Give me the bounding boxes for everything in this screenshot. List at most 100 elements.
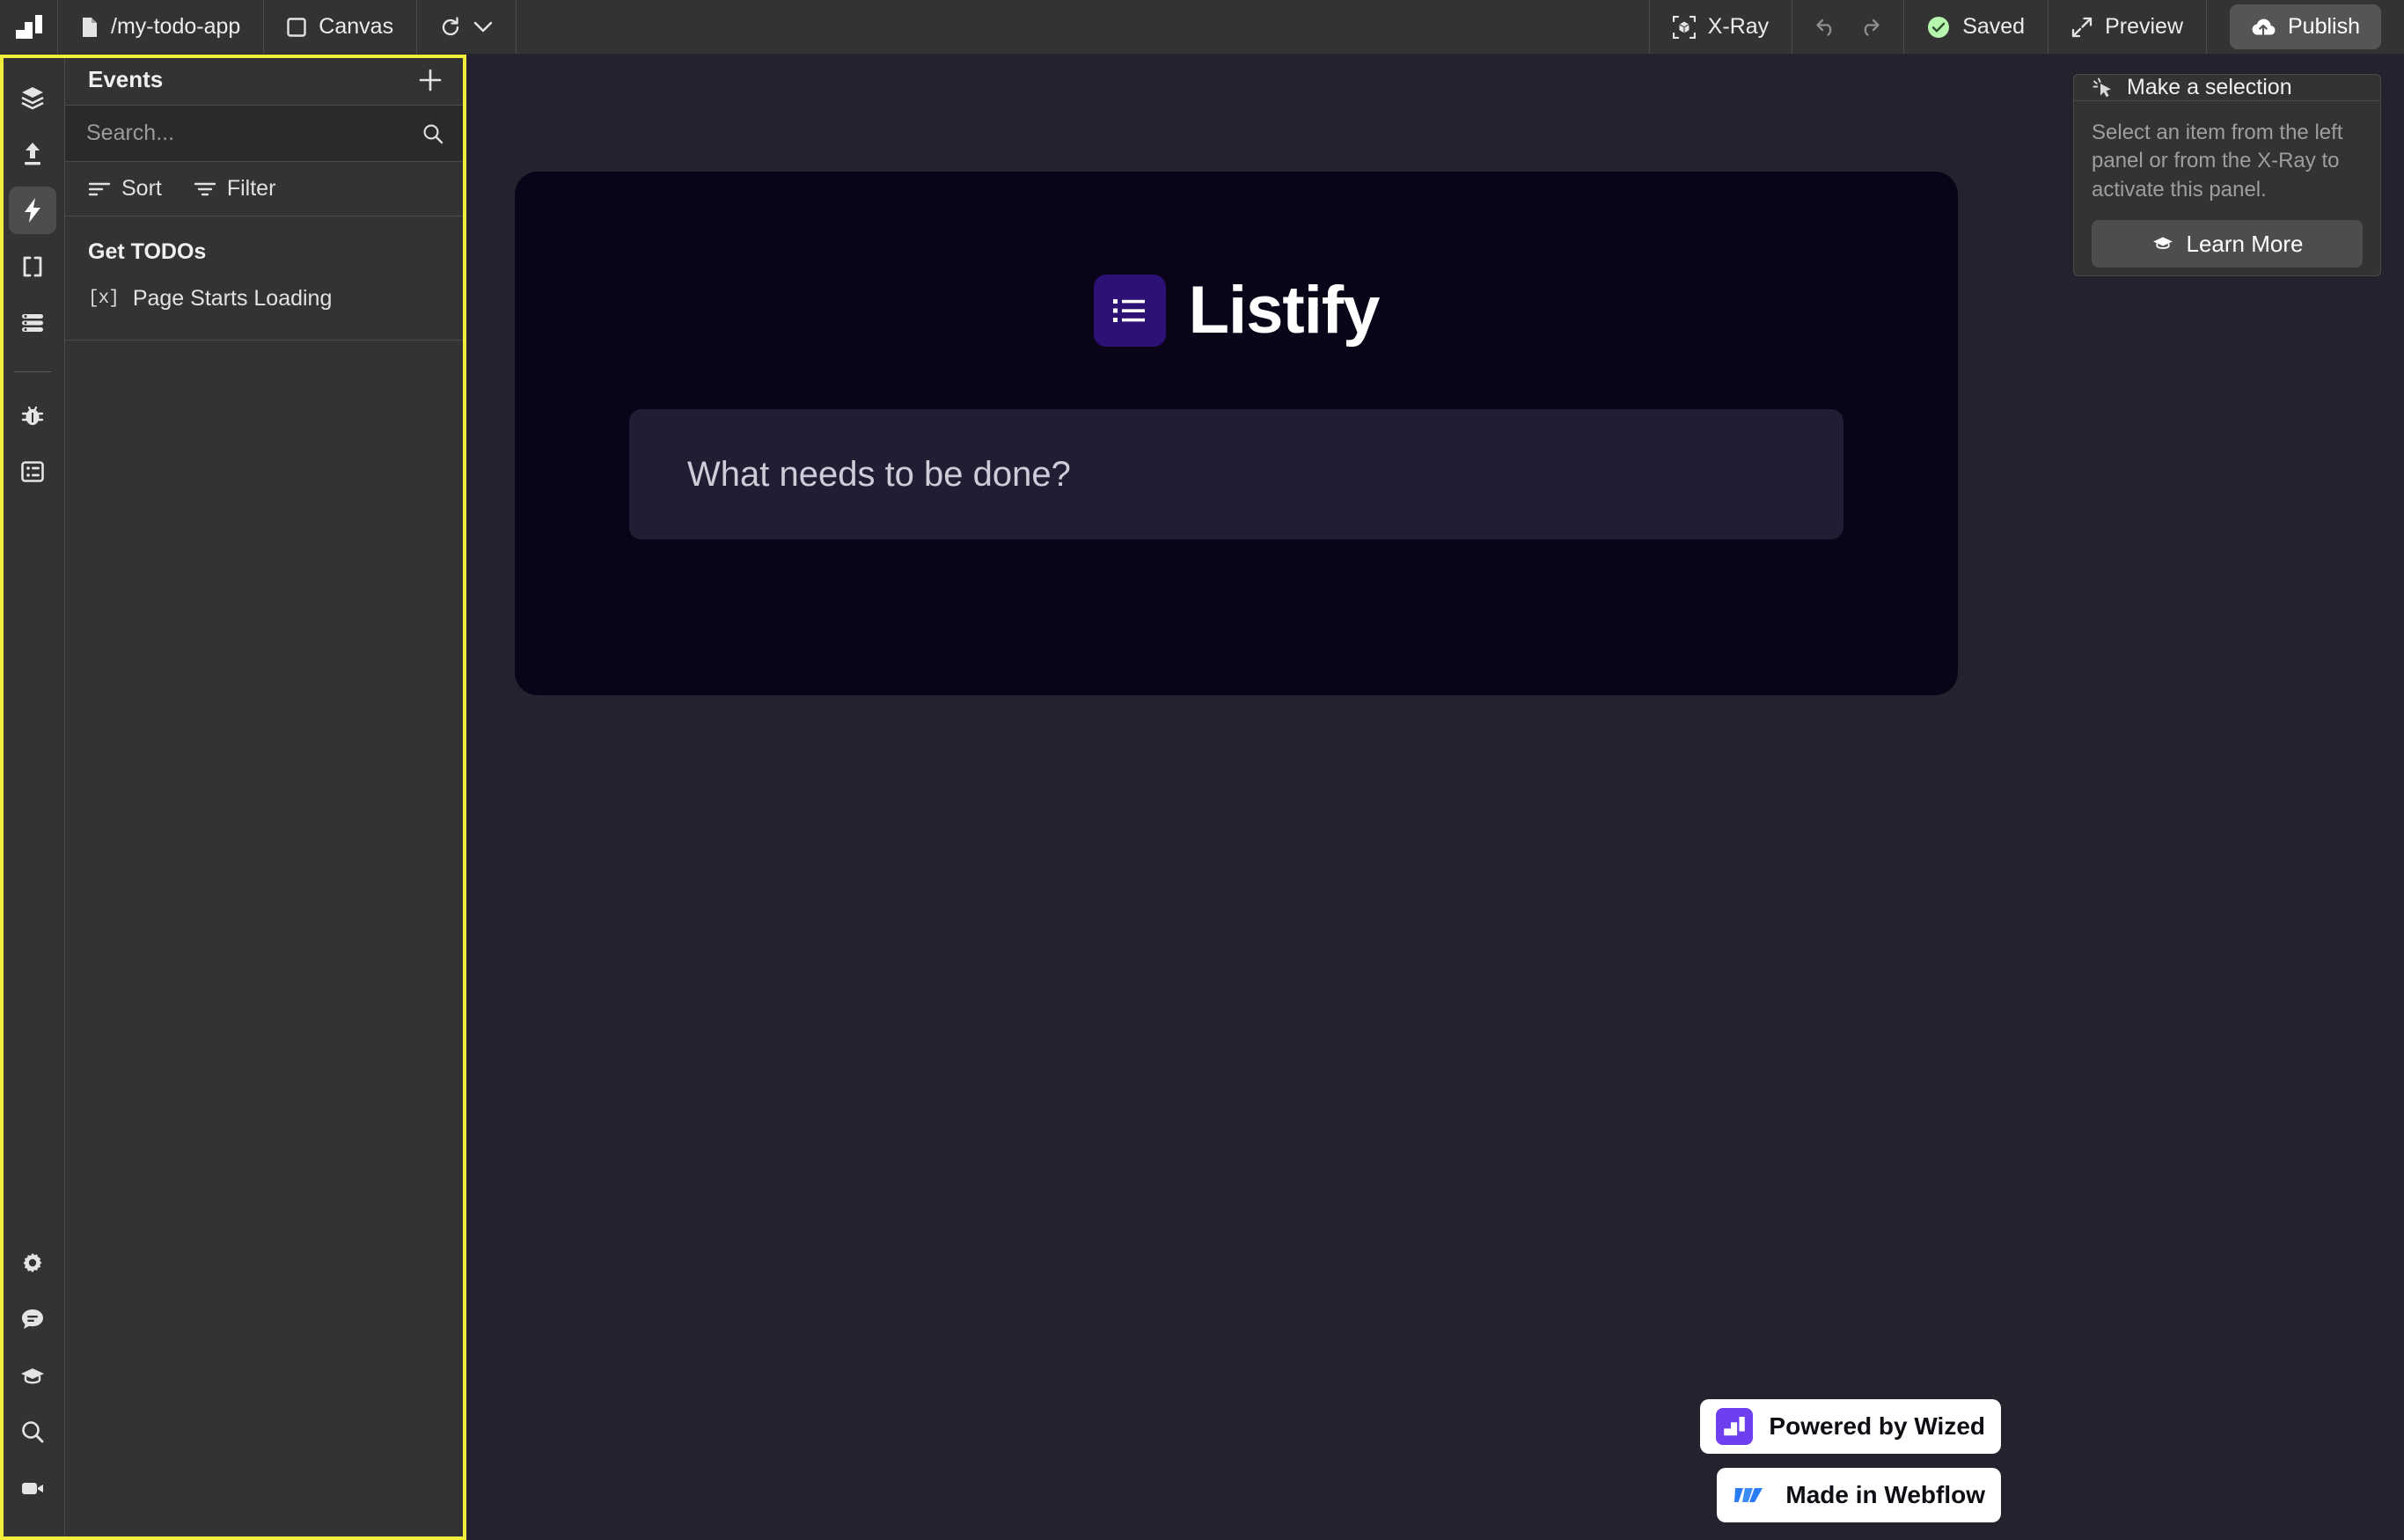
wized-editor: /my-todo-app Canvas X-Ray Saved Preview … [0, 0, 2404, 1540]
events-list-empty-area [65, 341, 465, 1540]
event-trigger-icon: [x] [88, 289, 120, 309]
xray-label: X-Ray [1707, 14, 1770, 39]
editor-body: Events Sort [0, 55, 2404, 1540]
todo-input[interactable]: What needs to be done? [629, 409, 1843, 539]
filter-label: Filter [226, 176, 276, 201]
canvas-area[interactable]: Listify What needs to be done? Powered b… [466, 55, 2052, 1540]
wized-logo-icon [1716, 1408, 1754, 1445]
selection-panel-text: Select an item from the left panel or fr… [2092, 121, 2343, 202]
rail-divider [13, 371, 51, 372]
event-item-label: Page Starts Loading [132, 286, 333, 311]
wized-logo[interactable] [0, 0, 58, 54]
sidebar-item-events[interactable] [8, 187, 56, 234]
sidebar-item-videos[interactable] [9, 1464, 56, 1512]
app-brand-name: Listify [1188, 273, 1381, 348]
list-item[interactable]: [x] Page Starts Loading [65, 279, 465, 320]
chat-icon [19, 1306, 46, 1332]
history-controls [1792, 0, 1903, 54]
sidebar-item-feedback[interactable] [9, 1295, 56, 1343]
events-panel: Events Sort [65, 55, 466, 1540]
made-in-webflow-badge[interactable]: Made in Webflow [1717, 1468, 2001, 1522]
publish-cell: Publish [2206, 0, 2404, 54]
app-preview-card: Listify What needs to be done? [515, 172, 1958, 695]
list-stack-icon [19, 310, 46, 336]
saved-check-icon [1927, 16, 1950, 39]
canvas-frame-icon [287, 17, 306, 37]
sidebar-item-debug[interactable] [9, 392, 56, 439]
filter-icon [194, 180, 216, 198]
canvas-badges: Powered by Wized Made in Webflow [1700, 1399, 2001, 1522]
search-input[interactable] [86, 121, 413, 146]
events-panel-title: Events [88, 66, 164, 92]
preview-button[interactable]: Preview [2048, 0, 2206, 54]
search-icon [19, 1419, 46, 1445]
top-bar: /my-todo-app Canvas X-Ray Saved Preview … [0, 0, 2404, 55]
undo-icon[interactable] [1815, 18, 1838, 37]
page-name: /my-todo-app [111, 14, 241, 39]
bug-icon [19, 402, 46, 429]
page-selector[interactable]: /my-todo-app [58, 0, 265, 54]
sidebar-item-academy[interactable] [9, 1352, 56, 1399]
selection-panel-title: Make a selection [2127, 75, 2292, 99]
top-bar-actions: X-Ray Saved Preview Publish [1648, 0, 2404, 54]
learn-more-button[interactable]: Learn More [2092, 220, 2363, 268]
selection-panel: Make a selection Select an item from the… [2073, 74, 2381, 276]
sidebar-item-settings[interactable] [9, 1239, 56, 1287]
add-event-button[interactable] [418, 68, 443, 92]
graduation-cap-icon [2151, 235, 2174, 253]
xray-cube-icon [1672, 15, 1696, 39]
preview-expand-icon [2071, 17, 2093, 38]
view-name: Canvas [319, 14, 394, 39]
webflow-logo-icon [1733, 1477, 1770, 1514]
redo-icon[interactable] [1858, 18, 1880, 37]
chevron-down-icon[interactable] [473, 21, 493, 33]
save-status-label: Saved [1962, 14, 2026, 39]
brackets-icon [19, 253, 46, 280]
xray-button[interactable]: X-Ray [1648, 0, 1792, 54]
sidebar-item-layers[interactable] [9, 74, 56, 121]
sidebar-item-requests[interactable] [9, 130, 56, 178]
events-panel-header: Events [65, 55, 465, 106]
sort-icon [88, 180, 111, 198]
learn-more-label: Learn More [2186, 230, 2304, 257]
video-camera-icon [19, 1475, 46, 1501]
list-bullets-icon [1111, 295, 1148, 326]
refresh-controls[interactable] [417, 0, 517, 54]
refresh-icon[interactable] [440, 16, 461, 38]
event-group-title: Get TODOs [88, 239, 207, 264]
left-rail [0, 55, 65, 1540]
todo-input-placeholder: What needs to be done? [687, 454, 1071, 494]
sort-label: Sort [121, 176, 162, 201]
view-selector[interactable]: Canvas [264, 0, 418, 54]
upload-icon [19, 141, 46, 167]
publish-button[interactable]: Publish [2230, 4, 2381, 49]
list-detail-icon [19, 458, 46, 485]
sidebar-item-logs[interactable] [9, 448, 56, 495]
bolt-icon [19, 197, 46, 224]
cursor-click-icon [2092, 77, 2114, 99]
page-file-icon [81, 17, 99, 38]
publish-label: Publish [2288, 14, 2360, 39]
sidebar-item-data-store[interactable] [9, 299, 56, 347]
powered-by-wized-label: Powered by Wized [1769, 1412, 1985, 1440]
search-icon[interactable] [421, 122, 444, 145]
wized-logo-icon [15, 14, 42, 40]
brand-mark [1093, 274, 1166, 347]
sidebar-item-variables[interactable] [9, 243, 56, 290]
filter-button[interactable]: Filter [194, 176, 276, 202]
right-panel-area: Make a selection Select an item from the… [2052, 55, 2404, 1540]
preview-label: Preview [2105, 14, 2183, 39]
sort-button[interactable]: Sort [88, 176, 162, 202]
powered-by-wized-badge[interactable]: Powered by Wized [1700, 1399, 2001, 1454]
events-tools-row: Sort Filter [65, 162, 465, 216]
sidebar-item-search[interactable] [9, 1408, 56, 1456]
selection-panel-body: Select an item from the left panel or fr… [2074, 101, 2380, 285]
events-list: Get TODOs [x] Page Starts Loading [65, 216, 465, 341]
save-status: Saved [1903, 0, 2048, 54]
publish-cloud-upload-icon [2251, 18, 2276, 37]
layers-icon [19, 84, 46, 111]
made-in-webflow-label: Made in Webflow [1785, 1481, 1985, 1508]
app-brand: Listify [515, 172, 1958, 348]
events-search-row [65, 106, 465, 162]
gear-icon [19, 1250, 46, 1276]
